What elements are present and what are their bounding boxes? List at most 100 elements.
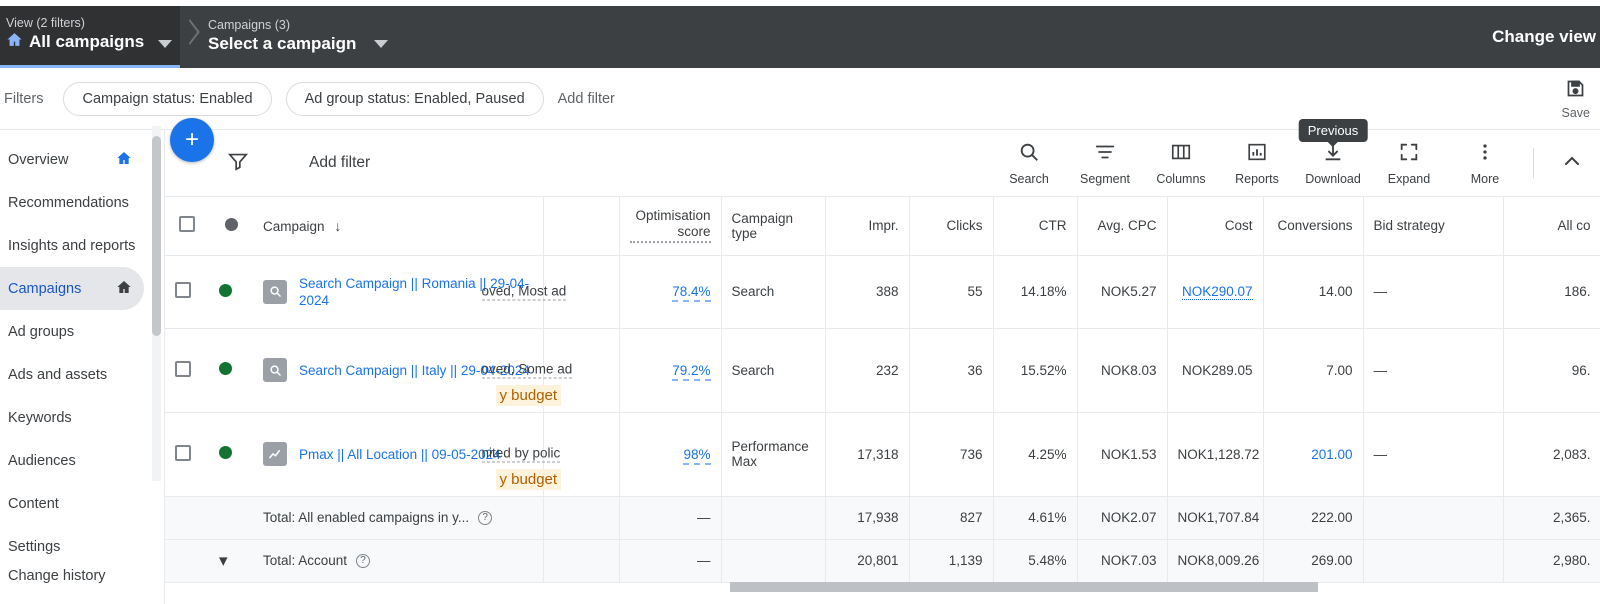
save-view-button[interactable]: Save (1562, 78, 1597, 120)
toolbar-columns-button[interactable]: Columns (1143, 141, 1219, 186)
sidebar-item-ads-and-assets[interactable]: Ads and assets (0, 353, 144, 396)
row-checkbox[interactable] (175, 360, 191, 377)
header-all-conversions[interactable]: All co (1503, 197, 1600, 256)
header-bid-strategy-label: Bid strategy (1373, 218, 1445, 234)
header-conversions-label: Conversions (1277, 218, 1353, 234)
campaigns-panel: Add filter Search Segment Columns Report… (164, 118, 1600, 604)
total-conversions-cell: 269.00 (1263, 539, 1364, 583)
total-budget-cell (543, 496, 620, 540)
header-optimisation-score-label: Optimisation score (629, 208, 711, 244)
sidebar-item-audiences[interactable]: Audiences (0, 439, 144, 482)
sidebar-item-content[interactable]: Content (0, 482, 144, 525)
conversions-value-link[interactable]: 201.00 (1311, 447, 1352, 462)
header-conversions[interactable]: Conversions (1263, 197, 1364, 256)
row-optimisation-score-cell[interactable]: 79.2% (619, 328, 722, 413)
sidebar-item-settings[interactable]: Settings (0, 525, 144, 568)
change-view-button[interactable]: Change view (1492, 27, 1600, 47)
header-campaign[interactable]: Campaign ↓ (253, 197, 544, 256)
header-cost[interactable]: Cost (1167, 197, 1264, 256)
cost-value-link[interactable]: NOK290.07 (1181, 284, 1253, 300)
help-icon[interactable]: ? (478, 510, 493, 525)
table-row[interactable]: Search Campaign || Romania || 29-04-2024… (165, 255, 1600, 329)
sidebar-item-keywords[interactable]: Keywords (0, 396, 144, 439)
vertical-scrollbar-thumb[interactable] (152, 136, 161, 336)
toolbar-reports-button[interactable]: Reports (1219, 141, 1295, 186)
view-selector[interactable]: View (2 filters) All campaigns (0, 6, 180, 68)
row-ctr-cell: 15.52% (993, 328, 1078, 413)
campaign-name-link[interactable]: Pmax || All Location || 09-05-2024 (299, 446, 501, 463)
header-campaign-type[interactable]: Campaign type (721, 197, 826, 256)
campaign-selector-chevron-down-icon[interactable] (374, 40, 389, 48)
sidebar-item-campaigns[interactable]: Campaigns (0, 267, 144, 310)
row-status-cell[interactable] (209, 412, 253, 497)
select-all-checkbox[interactable] (179, 216, 195, 233)
toolbar-expand-button[interactable]: Expand (1371, 141, 1447, 186)
filter-funnel-icon[interactable] (227, 150, 249, 177)
row-optimisation-score-cell[interactable]: 78.4% (619, 255, 722, 329)
new-campaign-fab[interactable]: + (170, 118, 214, 162)
search-campaign-icon (263, 358, 287, 382)
sort-descending-icon[interactable]: ↓ (334, 218, 341, 234)
view-selector-chevron-down-icon[interactable] (158, 40, 172, 48)
header-impressions[interactable]: Impr. (825, 197, 910, 256)
sidebar-item-insights-and-reports[interactable]: Insights and reports (0, 224, 144, 267)
toolbar-more-button[interactable]: More (1447, 141, 1523, 186)
toolbar-download-button[interactable]: Previous Download (1295, 118, 1371, 186)
toolbar-add-filter-button[interactable]: Add filter (309, 154, 370, 172)
toolbar-button-label: More (1470, 171, 1500, 186)
sidebar-item-label: Ads and assets (8, 366, 108, 383)
header-ctr[interactable]: CTR (993, 197, 1078, 256)
row-checkbox[interactable] (175, 282, 191, 298)
sidebar-item-label: Change history (8, 568, 106, 584)
total-clicks-cell: 827 (909, 496, 994, 540)
total-optimisation-score-cell: — (619, 539, 722, 583)
row-select-cell[interactable] (165, 255, 209, 329)
campaign-selector-label: Select a campaign (208, 33, 357, 53)
help-icon[interactable]: ? (356, 553, 371, 568)
filter-chip-adgroup-status[interactable]: Ad group status: Enabled, Paused (285, 81, 544, 116)
total-expand-cell[interactable]: ▾ (209, 539, 253, 583)
add-filter-link[interactable]: Add filter (558, 91, 615, 107)
toolbar-segment-button[interactable]: Segment (1067, 141, 1143, 186)
header-optimisation-score[interactable]: Optimisation score (619, 197, 722, 256)
reports-icon (1246, 141, 1268, 168)
collapse-panel-button[interactable] (1544, 149, 1600, 178)
row-select-cell[interactable] (165, 328, 209, 413)
row-cost-cell: NOK289.05 (1167, 328, 1264, 413)
header-avg-cpc[interactable]: Avg. CPC (1077, 197, 1168, 256)
header-status[interactable] (209, 197, 253, 256)
home-icon (116, 279, 132, 299)
row-cost-cell[interactable]: NOK290.07 (1167, 255, 1264, 329)
row-cost-cell: NOK1,128.72 (1167, 412, 1264, 497)
status-enabled-icon (219, 362, 232, 375)
header-clicks[interactable]: Clicks (909, 197, 994, 256)
chevron-down-icon[interactable]: ▾ (219, 551, 228, 570)
row-optimisation-score-cell[interactable]: 98% (619, 412, 722, 497)
row-checkbox[interactable] (175, 444, 191, 461)
header-bid-strategy[interactable]: Bid strategy (1363, 197, 1504, 256)
horizontal-scrollbar-thumb[interactable] (730, 582, 1318, 592)
row-conversions-cell[interactable]: 201.00 (1263, 412, 1364, 497)
segment-icon (1094, 141, 1116, 168)
home-icon (116, 150, 132, 170)
sidebar-item-recommendations[interactable]: Recommendations (0, 181, 144, 224)
sidebar-item-change-history[interactable]: Change history (0, 568, 144, 592)
table-row[interactable]: Pmax || All Location || 09-05-2024 nited… (165, 412, 1600, 497)
toolbar-search-button[interactable]: Search (991, 141, 1067, 186)
campaign-selector[interactable]: Campaigns (3) Select a campaign (206, 6, 396, 68)
tooltip-previous: Previous (1298, 118, 1368, 147)
table-row[interactable]: Search Campaign || Italy || 29-04-2024 o… (165, 328, 1600, 413)
header-select-all[interactable] (165, 197, 209, 256)
campaign-selector-sublabel: Campaigns (3) (208, 17, 290, 32)
sidebar-item-overview[interactable]: Overview (0, 138, 144, 181)
total-budget-cell (543, 539, 620, 583)
total-cost-cell: NOK8,009.26 (1167, 539, 1264, 583)
total-row-enabled-campaigns: Total: All enabled campaigns in y... ? —… (165, 496, 1600, 540)
row-status-cell[interactable] (209, 255, 253, 329)
filter-chip-campaign-status[interactable]: Campaign status: Enabled (63, 81, 272, 116)
sidebar-item-ad-groups[interactable]: Ad groups (0, 310, 144, 353)
row-select-cell[interactable] (165, 412, 209, 497)
header-all-conversions-label: All co (1557, 218, 1591, 234)
row-status-cell[interactable] (209, 328, 253, 413)
sidebar-item-label: Overview (8, 151, 69, 168)
